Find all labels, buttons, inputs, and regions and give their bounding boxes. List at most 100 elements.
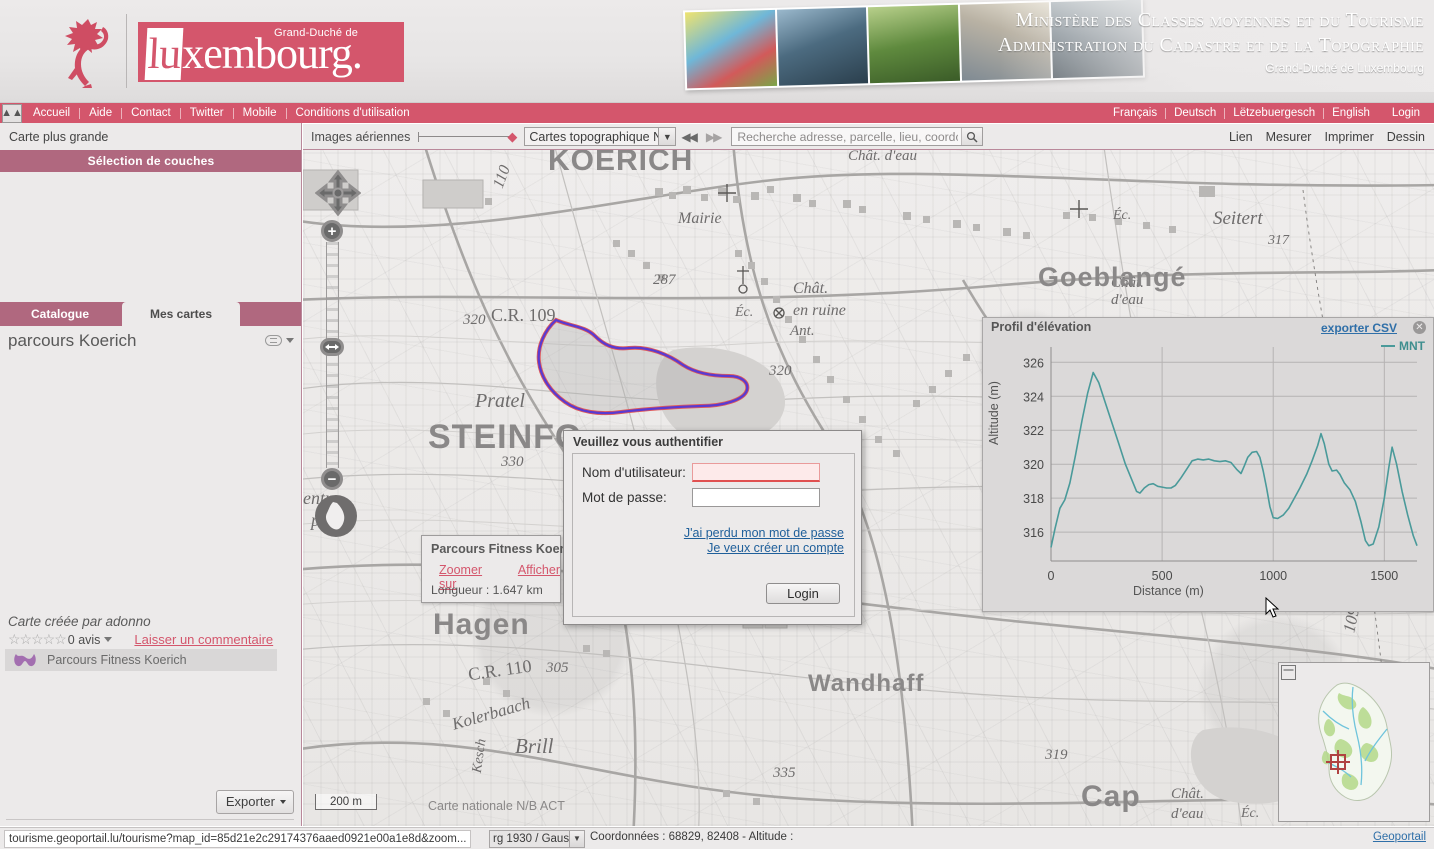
list-item-label: Parcours Fitness Koerich [47, 653, 187, 667]
create-account-link[interactable]: Je veux créer un compte [684, 541, 844, 555]
tab-catalogue[interactable]: Catalogue [0, 302, 120, 326]
map-label-steinfort: STEINFO [428, 418, 582, 457]
map-label-seitert: Seitert [1213, 208, 1263, 230]
overview-luxembourg-shape [1279, 663, 1429, 821]
svg-text:500: 500 [1152, 569, 1173, 583]
map-options-menu[interactable] [265, 335, 294, 346]
nav-item-accueil[interactable]: Accueil [24, 103, 79, 123]
map-label-mairie: Mairie [678, 210, 722, 228]
map-tools: Lien Mesurer Imprimer Dessin [1229, 130, 1434, 144]
nav-item-conditions[interactable]: Conditions d'utilisation [287, 103, 419, 123]
left-sidebar: Carte plus grande Sélection de couches C… [0, 123, 302, 826]
slider-handle[interactable]: ◆ [506, 130, 518, 144]
zoom-out-button[interactable]: − [321, 468, 343, 490]
lang-deutsch[interactable]: Deutsch [1166, 103, 1224, 123]
leave-comment-link[interactable]: Laisser un commentaire [134, 632, 273, 647]
map-attribution: Carte nationale N/B ACT [428, 799, 565, 813]
map-label-317: 317 [1268, 233, 1289, 249]
projection-select[interactable]: rg 1930 / Gauss ▼ [489, 830, 585, 848]
zoom-in-button[interactable]: + [321, 220, 343, 242]
chevron-down-icon: ▼ [658, 128, 675, 145]
ministry-line-3: Grand-Duché de Luxembourg [998, 58, 1424, 78]
logo-lu: lu [145, 28, 184, 80]
map-label-cap: Cap [1081, 780, 1141, 814]
overview-map[interactable]: ⎻ [1278, 662, 1430, 822]
svg-text:316: 316 [1023, 526, 1044, 540]
svg-text:320: 320 [1023, 458, 1044, 472]
help-paragraph-1: "Mes cartes" permet de créer des cartes … [8, 825, 296, 826]
list-item[interactable]: Parcours Fitness Koerich [5, 649, 277, 671]
tool-lien[interactable]: Lien [1229, 130, 1253, 144]
map-label-deau-2: d'eau [1111, 292, 1143, 309]
logo-divider [126, 14, 127, 88]
layer-selection-header: Sélection de couches [0, 150, 302, 172]
rating-row: ☆☆☆☆☆ 0 avis Laisser un commentaire [8, 631, 294, 648]
ministry-line-2: Administration du Cadastre et de la Topo… [998, 33, 1424, 58]
nav-item-twitter[interactable]: Twitter [181, 103, 233, 123]
password-field[interactable] [692, 488, 820, 507]
chart-legend: MNT [1381, 339, 1425, 353]
username-label: Nom d'utilisateur: [582, 465, 692, 480]
search-input-wrapper[interactable] [731, 127, 983, 146]
mouse-cursor-icon [1265, 597, 1281, 619]
elevation-chart: MNT Altitude (m) Distance (m) 3163183203… [985, 337, 1433, 609]
login-button[interactable]: Login [766, 583, 840, 604]
overview-collapse-icon[interactable]: ⎻ [1281, 665, 1296, 680]
tab-mes-cartes[interactable]: Mes cartes [122, 302, 240, 326]
legend-line-swatch [1381, 345, 1395, 347]
login-dialog-links: J'ai perdu mon mot de passe Je veux crée… [684, 526, 844, 556]
previous-layer-icon[interactable]: ◀◀ [681, 130, 695, 144]
pan-control-icon[interactable] [315, 170, 361, 216]
rating-stars[interactable]: ☆☆☆☆☆ [8, 631, 66, 648]
nav-item-aide[interactable]: Aide [80, 103, 121, 123]
site-header: Grand-Duché de luxembourg. Ministère des… [0, 0, 1434, 103]
search-input[interactable] [732, 129, 960, 145]
help-text: "Mes cartes" permet de créer des cartes … [8, 825, 296, 826]
tool-dessin[interactable]: Dessin [1387, 130, 1425, 144]
map-label-287: 287 [653, 272, 676, 289]
luxembourg-shape-icon[interactable] [315, 495, 357, 537]
map-label-ec-3: Éc. [1241, 806, 1259, 822]
map-label-brill: Brill [515, 734, 554, 759]
map-label-chat-eau-1: Chât. d'eau [848, 150, 917, 165]
login-link[interactable]: Login [1378, 103, 1428, 123]
main-navbar: ▲▲ Accueil Aide Contact Twitter Mobile C… [0, 103, 1434, 123]
map-label-330: 330 [501, 454, 524, 471]
legend-label-mnt: MNT [1399, 339, 1425, 353]
chart-xlabel: Distance (m) [1133, 584, 1204, 598]
navbar-links: Accueil Aide Contact Twitter Mobile Cond… [24, 103, 419, 123]
geoportail-link[interactable]: Geoportail [1373, 831, 1426, 843]
next-layer-icon[interactable]: ▶▶ [706, 130, 720, 144]
close-icon[interactable]: ✕ [1413, 321, 1426, 334]
chart-plot-area: 316318320322324326050010001500 [985, 337, 1433, 609]
polygon-swatch-icon [13, 652, 37, 668]
lang-letzebuergesch[interactable]: Lëtzebuergesch [1225, 103, 1323, 123]
chevron-down-icon[interactable] [104, 637, 112, 642]
svg-text:324: 324 [1023, 390, 1044, 404]
nav-item-mobile[interactable]: Mobile [234, 103, 286, 123]
map-label-ec-1: Éc. [1113, 208, 1131, 224]
export-csv-link[interactable]: exporter CSV [1321, 321, 1397, 335]
tool-imprimer[interactable]: Imprimer [1324, 130, 1373, 144]
nav-item-contact[interactable]: Contact [122, 103, 180, 123]
zoom-slider-handle[interactable] [320, 338, 344, 356]
base-layer-select[interactable]: Cartes topographique N ▼ [524, 127, 676, 146]
export-button[interactable]: Exporter [216, 790, 294, 814]
base-layer-select-value: Cartes topographique N [529, 130, 662, 144]
search-icon[interactable] [961, 128, 982, 145]
tool-mesurer[interactable]: Mesurer [1266, 130, 1312, 144]
map-label-koerich: KOERICH [548, 150, 693, 178]
map-label-ec-2: Éc. [735, 305, 753, 321]
bigger-map-link[interactable]: Carte plus grande [0, 123, 302, 150]
page-title: parcours Koerich [8, 331, 137, 351]
link-icon [265, 335, 282, 346]
lang-english[interactable]: English [1324, 103, 1378, 123]
login-dialog-title: Veuillez vous authentifier [573, 435, 723, 449]
chevron-up-icon[interactable]: ▲▲ [2, 104, 22, 123]
layer-opacity-slider[interactable]: ◆ [418, 130, 516, 144]
username-field[interactable] [692, 463, 820, 482]
lost-password-link[interactable]: J'ai perdu mon mot de passe [684, 526, 844, 540]
map-label-319: 319 [1045, 747, 1068, 764]
navbar-language-links: Français Deutsch Lëtzebuergesch English … [1105, 103, 1428, 123]
lang-francais[interactable]: Français [1105, 103, 1165, 123]
